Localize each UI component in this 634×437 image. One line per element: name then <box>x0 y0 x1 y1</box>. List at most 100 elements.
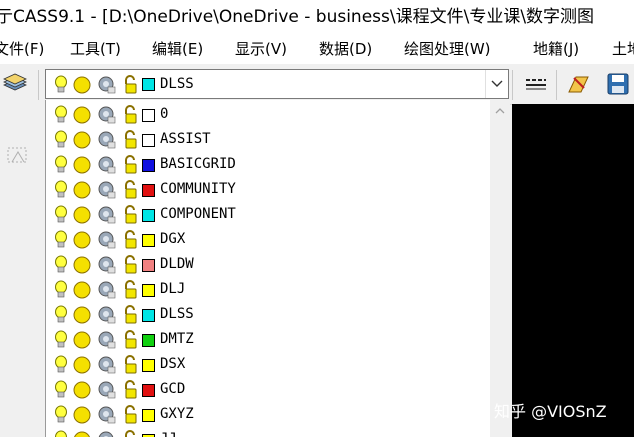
bulb-on-icon[interactable] <box>54 155 68 175</box>
linetype-icon[interactable] <box>524 74 548 94</box>
thaw-sun-icon[interactable] <box>72 305 92 325</box>
layer-row[interactable]: DSX <box>46 352 490 377</box>
drawing-canvas[interactable] <box>512 104 634 437</box>
lock-open-icon[interactable] <box>122 380 140 400</box>
bulb-on-icon[interactable] <box>54 380 68 400</box>
thaw-sun-icon[interactable] <box>72 130 92 150</box>
thaw-sun-icon[interactable] <box>72 255 92 275</box>
viewport-freeze-icon[interactable] <box>96 305 116 325</box>
layer-row[interactable]: DGX <box>46 227 490 252</box>
bulb-on-icon[interactable] <box>54 105 68 125</box>
thaw-sun-icon[interactable] <box>72 280 92 300</box>
viewport-freeze-icon[interactable] <box>96 155 116 175</box>
thaw-sun-icon[interactable] <box>72 75 92 95</box>
layer-color-swatch[interactable] <box>142 284 155 297</box>
layer-properties-icon[interactable] <box>2 73 28 95</box>
layer-row[interactable]: GCD <box>46 377 490 402</box>
layer-row[interactable]: GXYZ <box>46 402 490 427</box>
bulb-on-icon[interactable] <box>54 180 68 200</box>
thaw-sun-icon[interactable] <box>72 330 92 350</box>
layer-combo[interactable]: DLSS <box>45 69 509 99</box>
bulb-on-icon[interactable] <box>54 330 68 350</box>
lock-open-icon[interactable] <box>122 355 140 375</box>
layer-color-swatch[interactable] <box>142 234 155 247</box>
layer-color-swatch[interactable] <box>142 309 155 322</box>
bulb-on-icon[interactable] <box>54 430 68 437</box>
lock-open-icon[interactable] <box>122 180 140 200</box>
thaw-sun-icon[interactable] <box>72 230 92 250</box>
lock-open-icon[interactable] <box>122 230 140 250</box>
layer-dropdown-list[interactable]: 0 ASSIST BASICGRID COMMUNITY COMPONENT DGX DLD… <box>45 100 510 437</box>
thaw-sun-icon[interactable] <box>72 355 92 375</box>
lock-open-icon[interactable] <box>122 105 140 125</box>
menu-land[interactable]: 土地 <box>612 39 634 59</box>
bulb-on-icon[interactable] <box>54 230 68 250</box>
layer-color-swatch[interactable] <box>142 184 155 197</box>
menu-view[interactable]: 显示(V) <box>235 39 287 59</box>
layer-row[interactable]: JJ <box>46 427 490 437</box>
viewport-freeze-icon[interactable] <box>96 280 116 300</box>
layer-row[interactable]: ASSIST <box>46 127 490 152</box>
bulb-on-icon[interactable] <box>54 130 68 150</box>
layer-row[interactable]: COMMUNITY <box>46 177 490 202</box>
bulb-on-icon[interactable] <box>54 75 68 95</box>
layer-color-swatch[interactable] <box>142 409 155 422</box>
chevron-up-icon[interactable] <box>490 100 510 120</box>
lock-open-icon[interactable] <box>122 405 140 425</box>
viewport-freeze-icon[interactable] <box>96 105 116 125</box>
lock-open-icon[interactable] <box>122 430 140 437</box>
viewport-freeze-icon[interactable] <box>96 230 116 250</box>
viewport-freeze-icon[interactable] <box>96 330 116 350</box>
bulb-on-icon[interactable] <box>54 405 68 425</box>
save-icon[interactable] <box>606 72 630 96</box>
layer-color-swatch[interactable] <box>142 334 155 347</box>
thaw-sun-icon[interactable] <box>72 430 92 437</box>
menu-drawing[interactable]: 绘图处理(W) <box>404 39 491 59</box>
lock-open-icon[interactable] <box>122 130 140 150</box>
thaw-sun-icon[interactable] <box>72 105 92 125</box>
viewport-freeze-icon[interactable] <box>96 430 116 437</box>
lock-open-icon[interactable] <box>122 330 140 350</box>
menu-data[interactable]: 数据(D) <box>319 39 372 59</box>
thaw-sun-icon[interactable] <box>72 180 92 200</box>
viewport-freeze-icon[interactable] <box>96 380 116 400</box>
viewport-freeze-icon[interactable] <box>96 255 116 275</box>
combo-dropdown-button[interactable] <box>485 70 508 98</box>
lock-open-icon[interactable] <box>122 280 140 300</box>
layer-color-swatch[interactable] <box>142 109 155 122</box>
lock-open-icon[interactable] <box>122 305 140 325</box>
layer-row[interactable]: DMTZ <box>46 327 490 352</box>
open-drawing-icon[interactable] <box>566 72 592 96</box>
layer-row[interactable]: DLDW <box>46 252 490 277</box>
bulb-on-icon[interactable] <box>54 305 68 325</box>
viewport-freeze-icon[interactable] <box>96 180 116 200</box>
layer-color-swatch[interactable] <box>142 259 155 272</box>
lock-open-icon[interactable] <box>122 255 140 275</box>
layer-color-swatch[interactable] <box>142 159 155 172</box>
lock-open-icon[interactable] <box>122 75 140 95</box>
thaw-sun-icon[interactable] <box>72 155 92 175</box>
layer-row[interactable]: COMPONENT <box>46 202 490 227</box>
layer-row[interactable]: DLJ <box>46 277 490 302</box>
menu-cadastre[interactable]: 地籍(J) <box>533 39 579 59</box>
layer-color-swatch[interactable] <box>142 134 155 147</box>
viewport-freeze-icon[interactable] <box>96 75 116 95</box>
layer-row[interactable]: DLSS <box>46 302 490 327</box>
viewport-freeze-icon[interactable] <box>96 405 116 425</box>
dropdown-scrollbar[interactable] <box>490 100 510 437</box>
bulb-on-icon[interactable] <box>54 355 68 375</box>
bulb-on-icon[interactable] <box>54 205 68 225</box>
menu-edit[interactable]: 编辑(E) <box>152 39 203 59</box>
viewport-freeze-icon[interactable] <box>96 205 116 225</box>
layer-row[interactable]: BASICGRID <box>46 152 490 177</box>
bulb-on-icon[interactable] <box>54 255 68 275</box>
menu-tools[interactable]: 工具(T) <box>70 39 121 59</box>
viewport-freeze-icon[interactable] <box>96 130 116 150</box>
viewport-freeze-icon[interactable] <box>96 355 116 375</box>
layer-color-swatch[interactable] <box>142 78 155 91</box>
lock-open-icon[interactable] <box>122 155 140 175</box>
thaw-sun-icon[interactable] <box>72 380 92 400</box>
layer-color-swatch[interactable] <box>142 209 155 222</box>
layer-row[interactable]: 0 <box>46 102 490 127</box>
lock-open-icon[interactable] <box>122 205 140 225</box>
